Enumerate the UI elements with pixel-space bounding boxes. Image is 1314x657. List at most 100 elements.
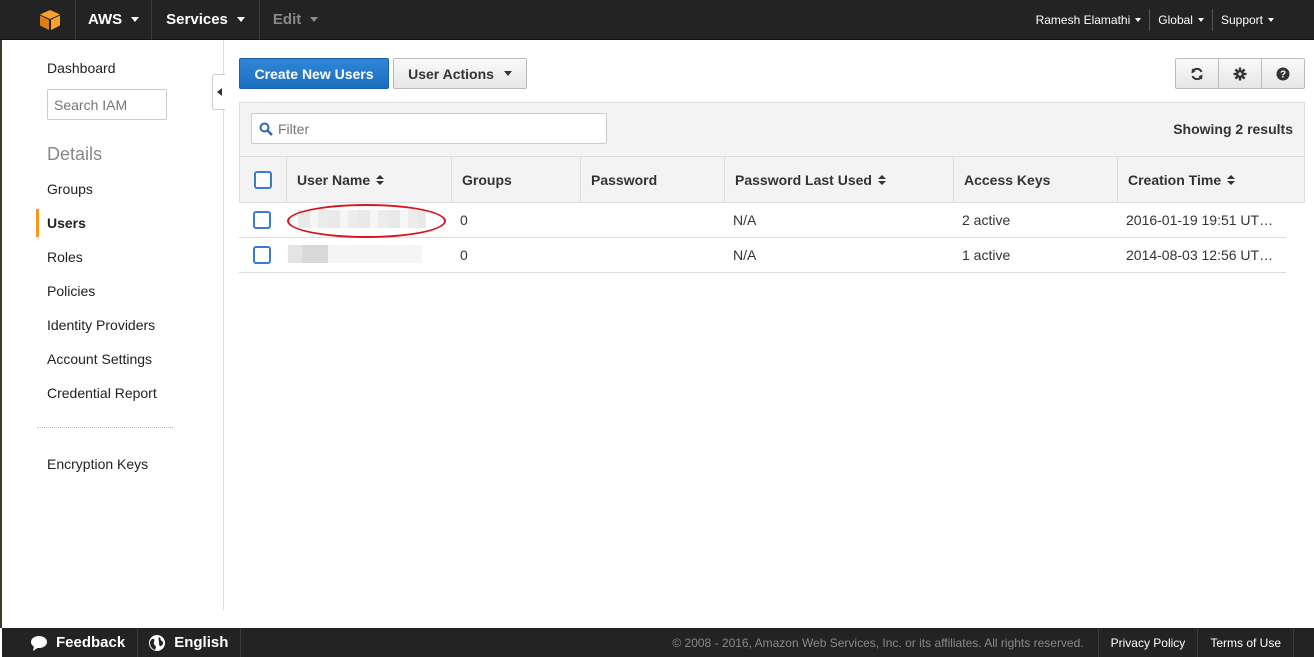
help-button[interactable]: ?	[1262, 59, 1304, 88]
create-new-users-button[interactable]: Create New Users	[239, 58, 389, 89]
sidebar-item-roles[interactable]: Roles	[47, 249, 83, 265]
top-nav: AWS Services Edit Ramesh Elamathi Global…	[0, 0, 1314, 40]
sidebar-item-identity-providers[interactable]: Identity Providers	[47, 317, 155, 333]
chevron-left-icon	[216, 88, 222, 96]
chevron-down-icon	[503, 71, 512, 76]
access-keys-cell: 2 active	[962, 212, 1011, 228]
user-name-cell[interactable]	[286, 209, 460, 231]
globe-icon	[149, 634, 166, 651]
column-header-access-keys: Access Keys	[954, 157, 1118, 202]
filter-field[interactable]	[251, 113, 607, 144]
user-actions-button[interactable]: User Actions	[393, 58, 527, 89]
account-name: Ramesh Elamathi	[1035, 12, 1131, 27]
groups-cell: 0	[460, 247, 468, 263]
sidebar-item-groups[interactable]: Groups	[47, 181, 93, 197]
chevron-down-icon	[1197, 17, 1204, 22]
column-header-password: Password	[581, 157, 725, 202]
redacted-user-name[interactable]	[298, 209, 426, 228]
column-header-password-last-used[interactable]: Password Last Used	[725, 157, 954, 202]
sort-icon	[1227, 174, 1236, 185]
column-header-creation-time[interactable]: Creation Time	[1118, 157, 1304, 202]
edit-menu-label: Edit	[272, 11, 302, 28]
cube-icon	[39, 9, 60, 30]
feedback-link[interactable]: Feedback	[2, 628, 137, 657]
sidebar-item-credential-report[interactable]: Credential Report	[47, 385, 157, 401]
aws-menu-label: AWS	[88, 11, 123, 28]
settings-button[interactable]	[1219, 59, 1262, 88]
aws-menu[interactable]: AWS	[76, 0, 151, 40]
aws-logo-icon[interactable]	[34, 0, 65, 40]
search-iam-input[interactable]	[47, 89, 167, 120]
services-menu[interactable]: Services	[152, 0, 259, 40]
support-label: Support	[1220, 12, 1263, 27]
sidebar-item-policies[interactable]: Policies	[47, 283, 95, 299]
row-select-cell	[239, 211, 286, 229]
privacy-policy-link[interactable]: Privacy Policy	[1099, 628, 1198, 657]
nav-right: Ramesh Elamathi Global Support	[1028, 0, 1314, 40]
user-name-cell[interactable]	[286, 244, 460, 266]
sidebar-item-account-settings[interactable]: Account Settings	[47, 351, 152, 367]
user-actions-label: User Actions	[408, 65, 494, 82]
refresh-button[interactable]	[1176, 59, 1219, 88]
table-header: User Name Groups Password Password Last …	[239, 156, 1305, 203]
feedback-label: Feedback	[56, 634, 126, 651]
copyright-text: © 2008 - 2016, Amazon Web Services, Inc.…	[672, 635, 1084, 650]
redacted-user-name[interactable]	[288, 244, 422, 263]
table-row[interactable]: 0 N/A 1 active 2014-08-03 12:56 UTC+0530	[239, 238, 1286, 273]
chevron-down-icon	[131, 17, 140, 22]
password-last-used-cell: N/A	[733, 247, 757, 263]
support-menu[interactable]: Support	[1213, 0, 1314, 40]
gear-icon	[1233, 67, 1247, 80]
active-indicator	[36, 209, 39, 237]
details-heading: Details	[47, 144, 103, 164]
access-keys-cell: 1 active	[962, 247, 1011, 263]
table-row[interactable]: 0 N/A 2 active 2016-01-19 19:51 UTC+0530	[239, 203, 1286, 238]
collapse-sidebar-button[interactable]	[212, 74, 225, 110]
results-count: Showing 2 results	[1173, 121, 1293, 137]
region-label: Global	[1158, 12, 1193, 27]
help-icon: ?	[1276, 67, 1290, 80]
speech-bubble-icon	[31, 635, 47, 651]
select-all-checkbox[interactable]	[254, 170, 272, 189]
services-menu-label: Services	[166, 11, 228, 28]
column-label: Password Last Used	[735, 171, 872, 188]
column-header-groups: Groups	[452, 157, 581, 202]
row-checkbox[interactable]	[253, 211, 271, 229]
footer-divider	[240, 628, 242, 657]
account-menu[interactable]: Ramesh Elamathi	[1028, 0, 1150, 40]
footer-edge	[1294, 628, 1314, 657]
chevron-down-icon	[310, 17, 319, 22]
column-label: User Name	[297, 171, 371, 188]
language-selector[interactable]: English	[138, 628, 240, 657]
chevron-down-icon	[236, 17, 245, 22]
column-header-user-name[interactable]: User Name	[287, 157, 452, 202]
select-all-cell	[240, 157, 287, 202]
edit-menu[interactable]: Edit	[260, 0, 331, 40]
column-label: Access Keys	[964, 171, 1051, 188]
groups-cell: 0	[460, 212, 468, 228]
sidebar-item-encryption-keys[interactable]: Encryption Keys	[47, 456, 148, 472]
filter-bar: Showing 2 results	[239, 102, 1305, 156]
sidebar: Dashboard Details Groups Users Roles Pol…	[2, 40, 224, 610]
sidebar-item-users[interactable]: Users	[47, 215, 86, 231]
svg-text:?: ?	[1280, 69, 1286, 80]
search-icon	[259, 122, 273, 136]
column-label: Password	[591, 171, 658, 188]
creation-time-cell: 2016-01-19 19:51 UTC+0530	[1126, 212, 1278, 228]
toolbar-icon-group: ?	[1175, 58, 1305, 89]
region-menu[interactable]: Global	[1150, 0, 1212, 40]
footer: Feedback English © 2008 - 2016, Amazon W…	[2, 628, 1314, 657]
language-label: English	[174, 634, 229, 651]
password-last-used-cell: N/A	[733, 212, 757, 228]
filter-input[interactable]	[278, 120, 598, 137]
creation-time-cell: 2014-08-03 12:56 UTC+0530	[1126, 247, 1278, 263]
column-label: Groups	[462, 171, 512, 188]
chevron-down-icon	[1268, 17, 1274, 22]
row-select-cell	[239, 246, 286, 264]
chevron-down-icon	[1135, 17, 1142, 22]
sidebar-divider	[37, 427, 173, 428]
sort-icon	[877, 174, 886, 185]
row-checkbox[interactable]	[253, 246, 271, 264]
sidebar-item-dashboard[interactable]: Dashboard	[47, 60, 116, 76]
terms-of-use-link[interactable]: Terms of Use	[1198, 628, 1293, 657]
